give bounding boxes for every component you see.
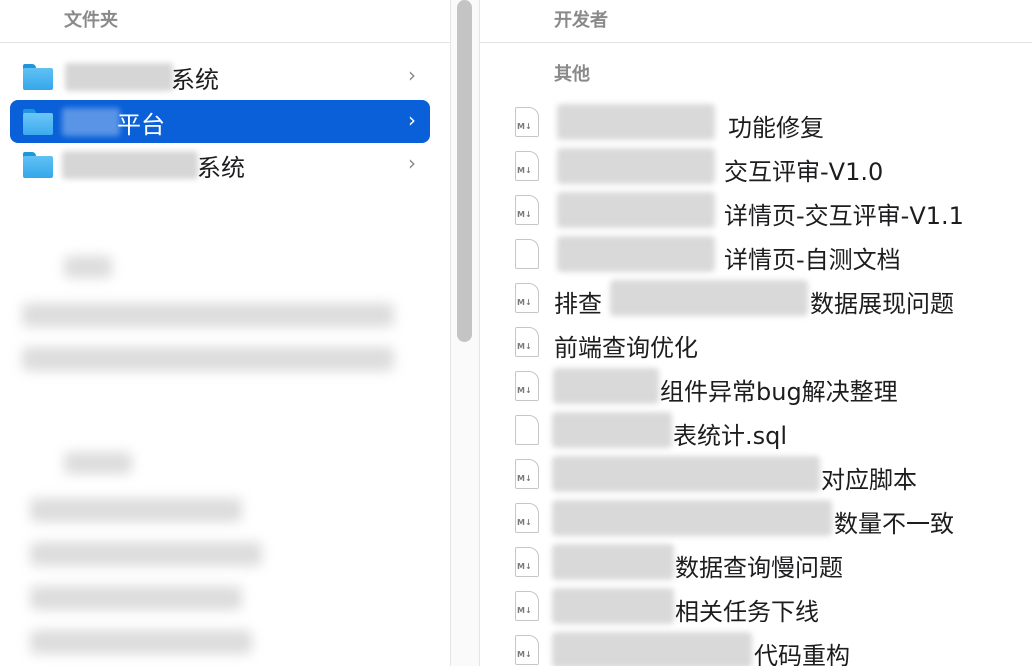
- file-label: 代码重构: [754, 642, 850, 666]
- redacted-name: [552, 456, 820, 492]
- file-label: 对应脚本: [821, 466, 917, 494]
- redacted-name: [610, 280, 808, 316]
- markdown-file-icon: M↓: [515, 107, 539, 137]
- blank-file-icon: [515, 415, 539, 445]
- markdown-file-icon: M↓: [515, 283, 539, 313]
- file-label: 组件异常bug解决整理: [660, 378, 898, 406]
- redacted-name: [557, 104, 715, 140]
- chevron-right-icon: ›: [408, 108, 416, 132]
- file-row[interactable]: M↓ 交互评审-V1.0: [480, 144, 1032, 188]
- file-row[interactable]: 表统计.sql: [480, 408, 1032, 452]
- redacted-name: [552, 544, 674, 580]
- redacted-name: [557, 148, 715, 184]
- file-label-suffix: 数据展现问题: [810, 290, 954, 318]
- blurred-row: [30, 542, 262, 566]
- blurred-row: [30, 586, 242, 610]
- section-label: 其他: [554, 64, 590, 85]
- folders-header: 文件夹: [0, 0, 450, 43]
- file-row[interactable]: M↓ 排查 数据展现问题: [480, 276, 1032, 320]
- folder-row-2-selected[interactable]: 平台 ›: [10, 100, 430, 143]
- folder-icon: [23, 109, 53, 135]
- blurred-row: [22, 347, 394, 371]
- redacted-name: [552, 632, 752, 666]
- file-row[interactable]: M↓ 前端查询优化: [480, 320, 1032, 364]
- file-label: 数据查询慢问题: [675, 554, 843, 582]
- file-label: 交互评审-V1.0: [724, 158, 884, 186]
- file-label: 详情页-自测文档: [724, 246, 901, 274]
- file-label: 数量不一致: [834, 510, 954, 538]
- file-row[interactable]: M↓ 相关任务下线: [480, 584, 1032, 628]
- folder-row-3[interactable]: 系统 ›: [10, 143, 430, 186]
- markdown-file-icon: M↓: [515, 503, 539, 533]
- file-label: 前端查询优化: [554, 334, 698, 362]
- markdown-file-icon: M↓: [515, 327, 539, 357]
- redacted-name: [552, 500, 832, 536]
- file-label: 表统计.sql: [673, 422, 788, 450]
- folder-label: 系统: [171, 66, 219, 94]
- redacted-name: [65, 63, 173, 91]
- markdown-file-icon: M↓: [515, 635, 539, 665]
- files-pane: 开发者 其他 M↓ 功能修复 M↓ 交互评审-V1.0 M↓ 详情页-交互评审-…: [480, 0, 1032, 666]
- files-header: 开发者: [480, 0, 1032, 43]
- blurred-row: [22, 303, 394, 327]
- scrollbar-thumb[interactable]: [457, 0, 472, 342]
- markdown-file-icon: M↓: [515, 459, 539, 489]
- markdown-file-icon: M↓: [515, 195, 539, 225]
- file-label: 功能修复: [728, 114, 824, 142]
- redacted-name: [553, 368, 659, 404]
- chevron-right-icon: ›: [408, 151, 416, 175]
- file-row[interactable]: M↓ 对应脚本: [480, 452, 1032, 496]
- file-row[interactable]: 详情页-自测文档: [480, 232, 1032, 276]
- folder-label: 系统: [197, 154, 245, 182]
- folder-label: 平台: [117, 111, 165, 139]
- file-row[interactable]: M↓ 数量不一致: [480, 496, 1032, 540]
- redacted-name: [552, 412, 672, 448]
- folder-row-1[interactable]: 系统 ›: [10, 55, 430, 98]
- file-row[interactable]: M↓ 详情页-交互评审-V1.1: [480, 188, 1032, 232]
- redacted-name: [62, 151, 198, 179]
- folders-pane: 文件夹 系统 › 平台 › 系统 ›: [0, 0, 450, 666]
- files-header-label: 开发者: [554, 10, 608, 31]
- file-row[interactable]: M↓ 组件异常bug解决整理: [480, 364, 1032, 408]
- markdown-file-icon: M↓: [515, 547, 539, 577]
- redacted-name: [557, 192, 715, 228]
- file-label: 排查: [554, 290, 602, 318]
- file-label: 详情页-交互评审-V1.1: [724, 202, 964, 230]
- file-row[interactable]: M↓ 功能修复: [480, 100, 1032, 144]
- markdown-file-icon: M↓: [515, 151, 539, 181]
- markdown-file-icon: M↓: [515, 591, 539, 621]
- blurred-row: [30, 630, 252, 654]
- redacted-name: [552, 588, 674, 624]
- blurred-heading: [64, 256, 112, 278]
- file-label: 相关任务下线: [675, 598, 819, 626]
- redacted-name: [62, 108, 120, 136]
- markdown-file-icon: M↓: [515, 371, 539, 401]
- blurred-heading: [64, 452, 132, 474]
- folders-header-label: 文件夹: [64, 10, 118, 31]
- folder-icon: [23, 64, 53, 90]
- folder-icon: [23, 152, 53, 178]
- blank-file-icon: [515, 239, 539, 269]
- redacted-name: [557, 236, 715, 272]
- blurred-row: [30, 498, 242, 522]
- file-row[interactable]: M↓ 数据查询慢问题: [480, 540, 1032, 584]
- chevron-right-icon: ›: [408, 63, 416, 87]
- file-row[interactable]: M↓ 代码重构: [480, 628, 1032, 666]
